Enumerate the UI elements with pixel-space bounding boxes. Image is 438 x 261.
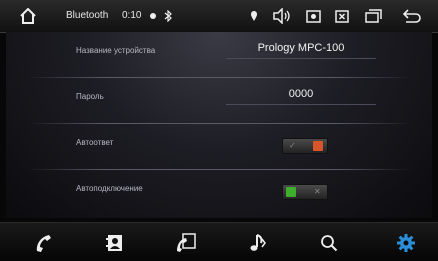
check-icon: ✓: [289, 141, 296, 150]
picture-icon[interactable]: [305, 6, 321, 26]
autoconnect-toggle[interactable]: ✕: [282, 184, 328, 200]
setting-row-password[interactable]: Пароль 0000: [6, 78, 432, 124]
back-icon[interactable]: [402, 6, 422, 26]
autoanswer-toggle[interactable]: ✓: [282, 138, 328, 154]
device-name-value[interactable]: Prology MPC-100: [226, 42, 376, 59]
cross-icon: ✕: [314, 187, 321, 196]
password-value[interactable]: 0000: [226, 88, 376, 105]
contacts-icon[interactable]: [104, 232, 126, 254]
device-name-label: Название устройства: [76, 46, 156, 55]
bluetooth-icon: [163, 6, 173, 26]
window-icon[interactable]: [364, 6, 382, 26]
phone-icon[interactable]: [32, 232, 54, 254]
toggle-knob-on: [286, 187, 296, 197]
volume-icon[interactable]: [272, 6, 292, 26]
music-icon[interactable]: [246, 232, 268, 254]
search-icon[interactable]: [318, 232, 340, 254]
autoanswer-label: Автоответ: [76, 138, 114, 147]
bottom-nav-bar: [0, 222, 438, 261]
status-bar: Bluetooth 0:10: [0, 0, 438, 33]
call-log-icon[interactable]: [175, 232, 197, 254]
home-icon[interactable]: [18, 6, 38, 26]
dot-icon: [148, 6, 158, 26]
gear-icon[interactable]: [395, 232, 417, 254]
bluetooth-settings-panel: Название устройства Prology MPC-100 Паро…: [6, 32, 432, 218]
location-icon: [248, 6, 260, 26]
status-time: 0:10: [122, 10, 142, 21]
toggle-knob-off: [313, 141, 323, 151]
setting-row-device-name[interactable]: Название устройства Prology MPC-100: [6, 32, 432, 78]
close-box-icon[interactable]: [334, 6, 350, 26]
setting-row-autoanswer: Автоответ ✓: [6, 124, 432, 170]
autoconnect-label: Автоподключение: [76, 184, 143, 193]
status-title: Bluetooth: [66, 10, 109, 21]
password-label: Пароль: [76, 92, 104, 101]
setting-row-autoconnect: Автоподключение ✕: [6, 170, 432, 216]
